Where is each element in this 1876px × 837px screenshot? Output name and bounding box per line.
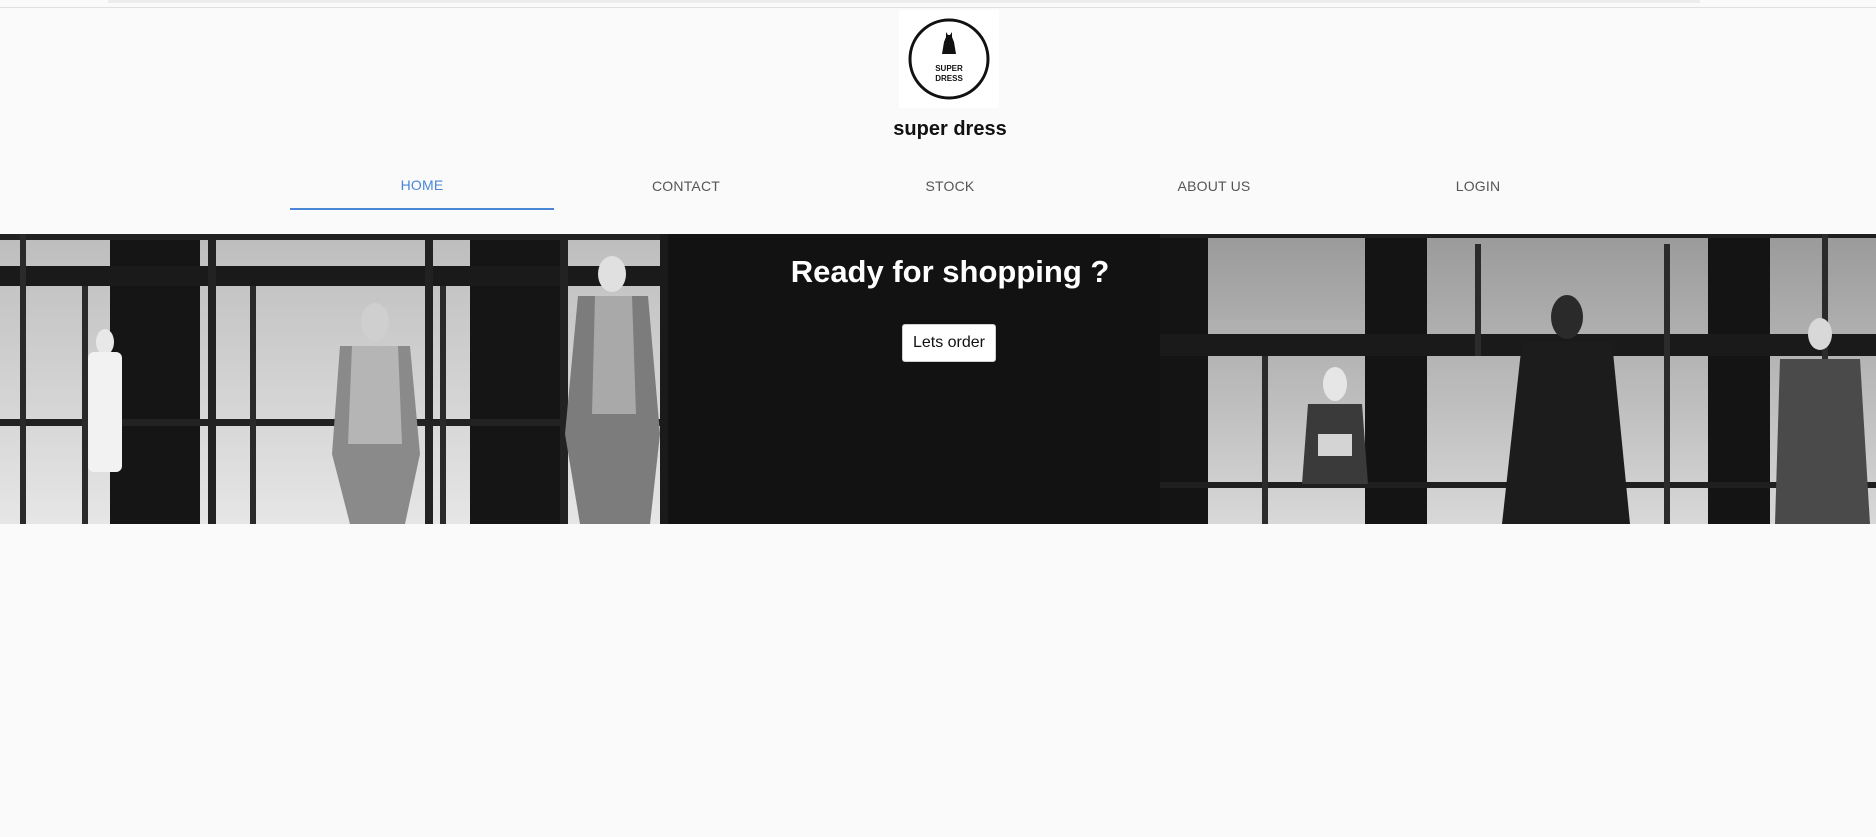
site-title: super dress: [893, 118, 1007, 140]
lets-order-button[interactable]: Lets order: [902, 324, 996, 362]
tab-home[interactable]: HOME: [290, 162, 554, 210]
hero-banner: Ready for shopping ? Lets order: [0, 234, 1876, 524]
hero-title: Ready for shopping ?: [790, 254, 1110, 289]
dress-logo-icon: SUPER DRESS: [908, 18, 990, 100]
logo-text-line1: SUPER: [935, 64, 963, 73]
tab-contact[interactable]: CONTACT: [554, 162, 818, 210]
tab-stock[interactable]: STOCK: [818, 162, 1082, 210]
tab-about-us[interactable]: ABOUT US: [1082, 162, 1346, 210]
site-header: SUPER DRESS super dress HOME CONTACT STO…: [0, 8, 1876, 234]
top-scroll-track: [108, 0, 1700, 3]
brand-logo[interactable]: SUPER DRESS: [899, 10, 999, 108]
browser-top-edge: [0, 0, 1876, 8]
tab-login[interactable]: LOGIN: [1346, 162, 1610, 210]
main-nav-tabs: HOME CONTACT STOCK ABOUT US LOGIN: [290, 162, 1610, 210]
logo-text-line2: DRESS: [935, 74, 963, 83]
